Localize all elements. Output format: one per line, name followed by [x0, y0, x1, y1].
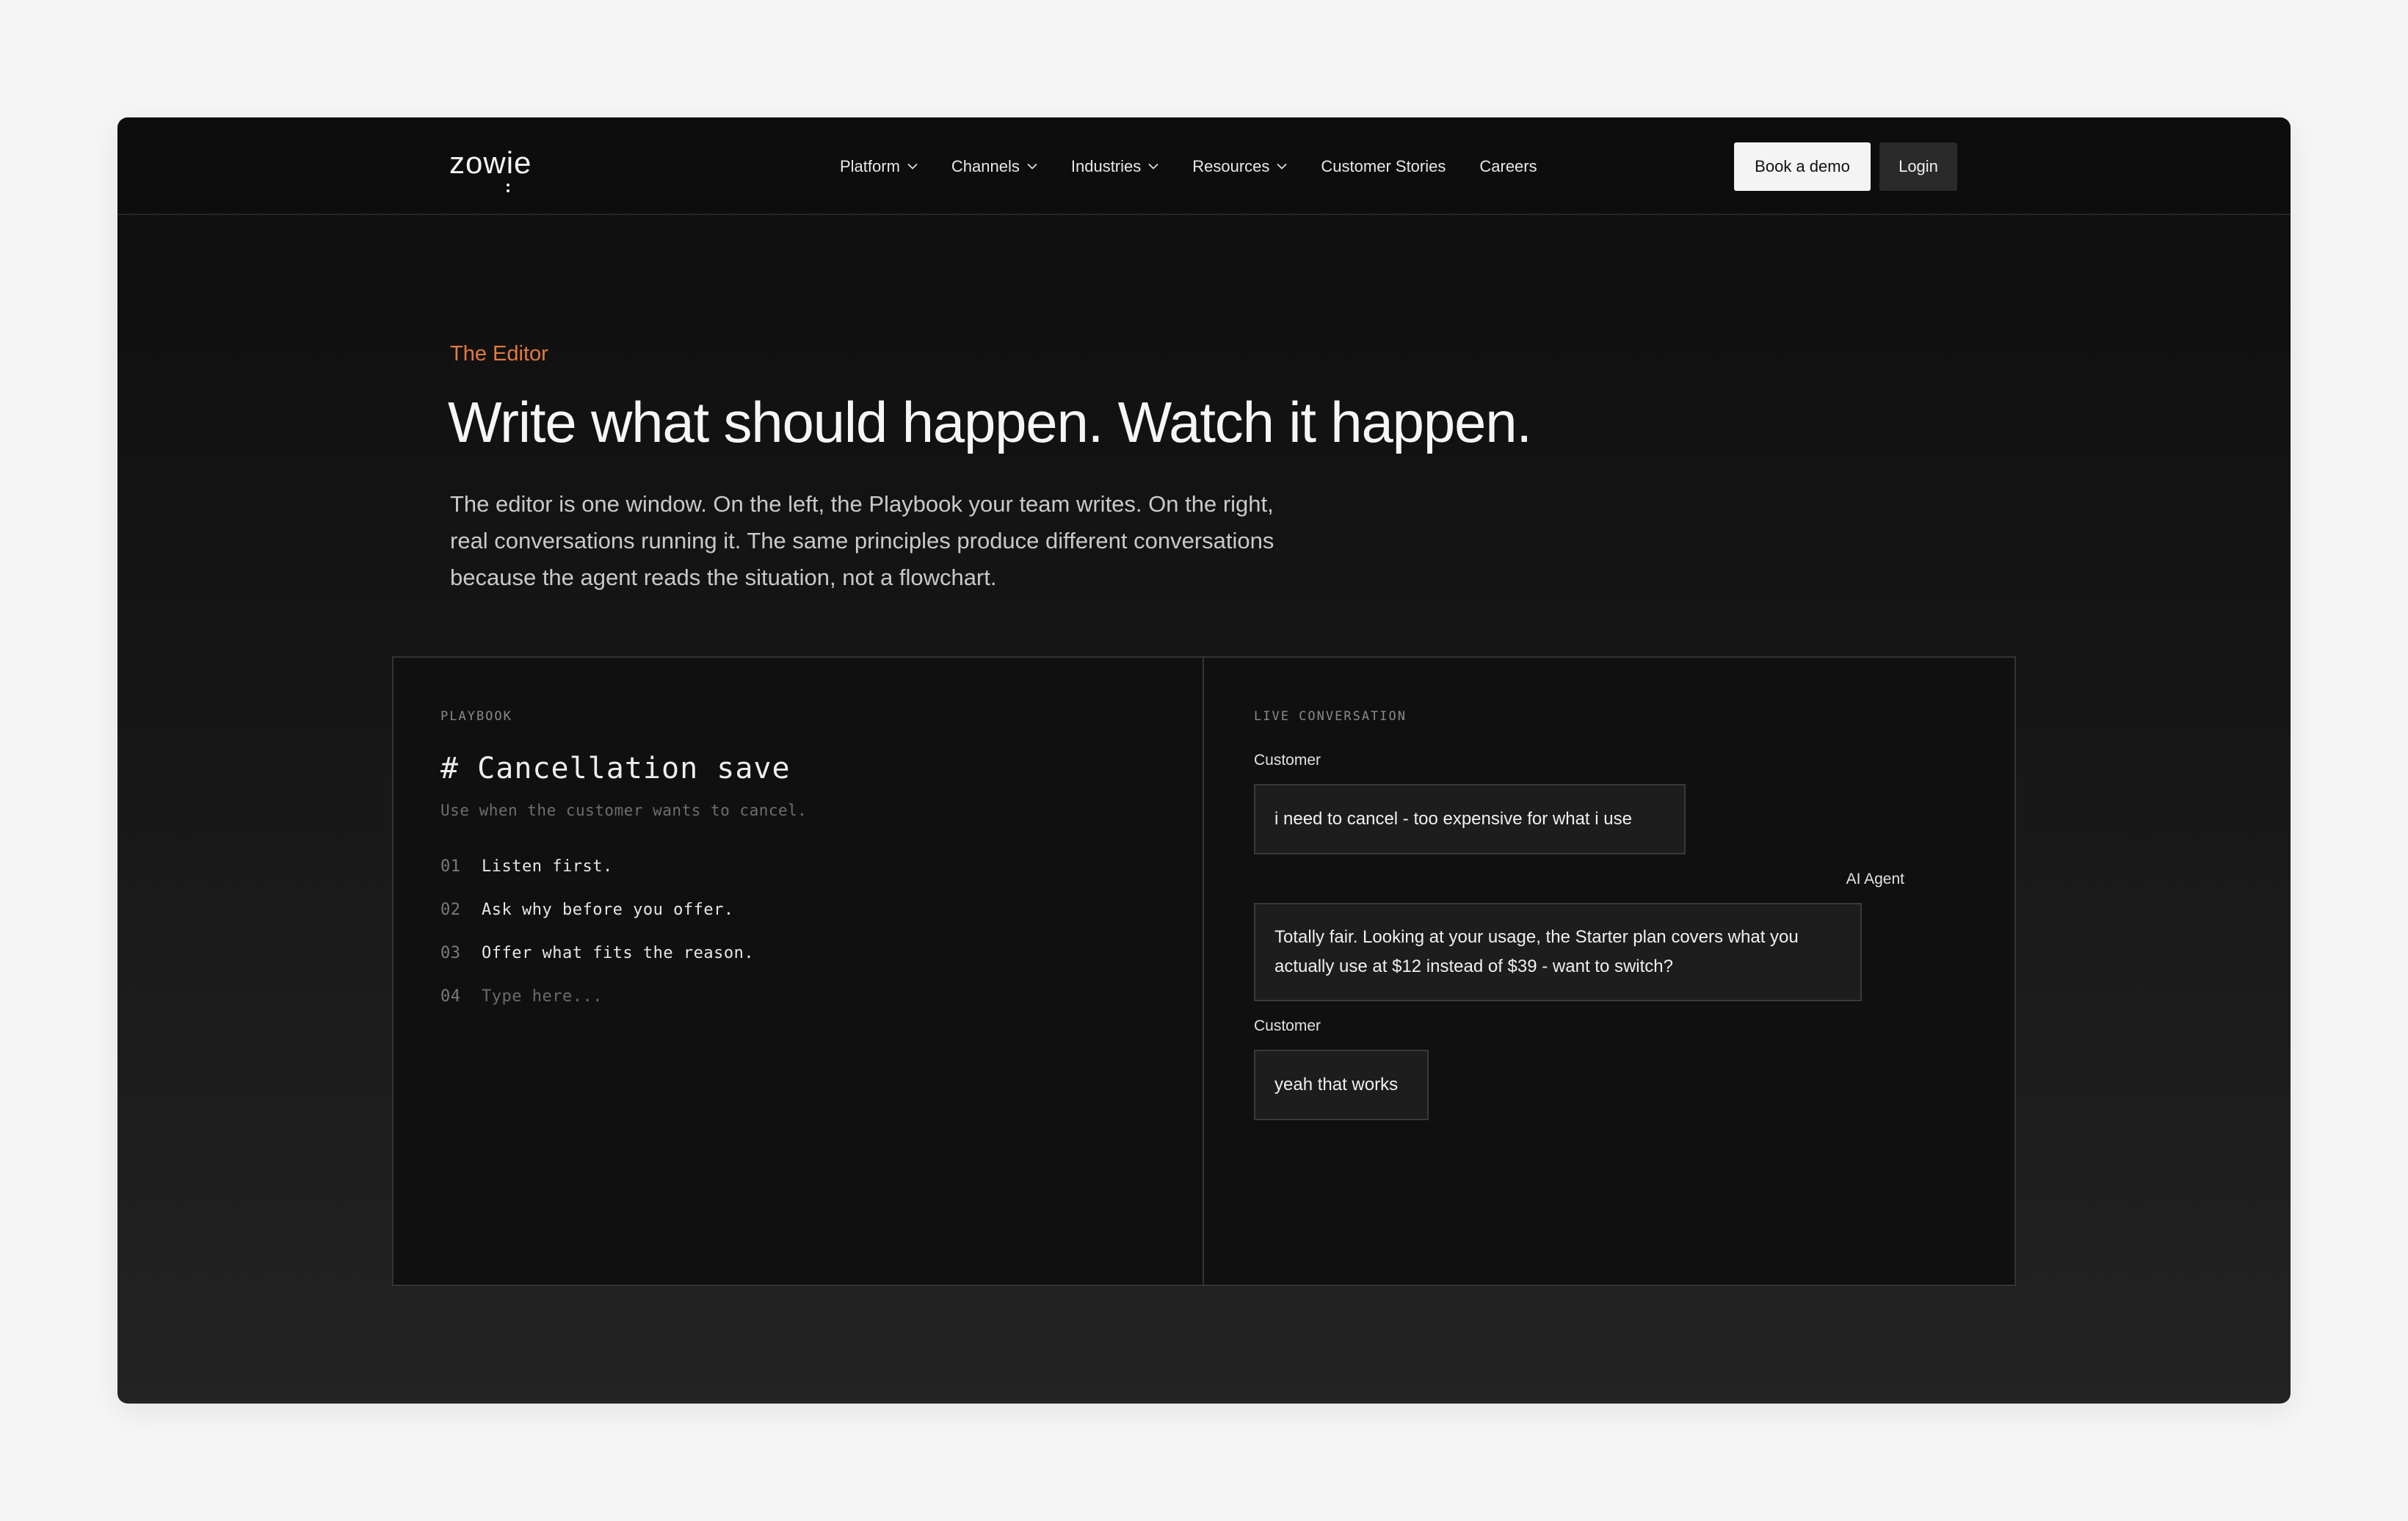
chevron-down-icon: [1148, 163, 1158, 170]
zowie-logo[interactable]: zowie: [449, 145, 532, 192]
playbook-input-placeholder[interactable]: Type here...: [482, 987, 603, 1031]
speaker-ai-agent: AI Agent: [1846, 871, 1904, 887]
nav-item-label: Platform: [840, 156, 900, 175]
line-text: Ask why before you offer.: [482, 901, 734, 919]
speaker-customer: Customer: [1254, 752, 1321, 769]
nav-item-label: Industries: [1070, 156, 1142, 175]
playbook-line[interactable]: 01 Listen first.: [440, 857, 754, 901]
hero-description: The editor is one window. On the left, t…: [450, 491, 1274, 590]
line-text: Offer what fits the reason.: [482, 944, 755, 962]
chevron-down-icon: [1027, 163, 1037, 170]
login-button[interactable]: Login: [1879, 142, 1957, 191]
conversation-label: LIVE CONVERSATION: [1254, 709, 1407, 724]
playbook-title[interactable]: # Cancellation save: [440, 752, 791, 785]
book-demo-button[interactable]: Book a demo: [1734, 142, 1871, 191]
editor-panel: PLAYBOOK # Cancellation save Use when th…: [392, 656, 2016, 1286]
nav-item-label: Customer Stories: [1321, 156, 1446, 175]
logo-wordmark: zowie: [449, 145, 532, 180]
chevron-down-icon: [907, 163, 918, 170]
nav-item-platform[interactable]: Platform: [840, 157, 918, 176]
line-number: 02: [440, 901, 461, 919]
nav-item-channels[interactable]: Channels: [951, 157, 1037, 176]
page-frame: zowie Platform Channels Industries Resou…: [117, 117, 2291, 1404]
section-eyebrow: The Editor: [450, 342, 548, 366]
nav-item-resources[interactable]: Resources: [1192, 157, 1287, 176]
playbook-lines: 01 Listen first. 02 Ask why before you o…: [440, 857, 754, 1031]
nav-item-careers[interactable]: Careers: [1479, 157, 1537, 176]
playbook-subtitle: Use when the customer wants to cancel.: [440, 802, 808, 819]
playbook-line[interactable]: 02 Ask why before you offer.: [440, 901, 754, 944]
message-bubble-customer: i need to cancel - too expensive for wha…: [1254, 784, 1686, 854]
playbook-label: PLAYBOOK: [440, 709, 512, 724]
line-number: 03: [440, 944, 461, 962]
conversation-pane: LIVE CONVERSATION Customer i need to can…: [1205, 658, 2014, 1285]
playbook-pane: PLAYBOOK # Cancellation save Use when th…: [394, 658, 1204, 1285]
line-number: 01: [440, 857, 461, 876]
line-number: 04: [440, 987, 461, 1006]
playbook-line[interactable]: 03 Offer what fits the reason.: [440, 944, 754, 987]
page-title: Write what should happen. Watch it happe…: [448, 390, 1532, 454]
nav-item-industries[interactable]: Industries: [1071, 157, 1158, 176]
line-text: Listen first.: [482, 857, 613, 876]
nav-item-label: Channels: [951, 156, 1020, 175]
logo-dots-icon: [507, 184, 509, 195]
nav-links: Platform Channels Industries Resources C…: [840, 117, 1571, 215]
chevron-down-icon: [1277, 163, 1287, 170]
message-bubble-customer: yeah that works: [1254, 1050, 1429, 1120]
nav-item-label: Resources: [1192, 156, 1270, 175]
speaker-customer: Customer: [1254, 1017, 1321, 1034]
top-navigation: zowie Platform Channels Industries Resou…: [117, 117, 2291, 215]
message-bubble-agent: Totally fair. Looking at your usage, the…: [1254, 903, 1862, 1001]
playbook-input-line[interactable]: 04 Type here...: [440, 987, 754, 1031]
nav-item-label: Careers: [1479, 156, 1537, 175]
nav-item-customer-stories[interactable]: Customer Stories: [1321, 157, 1446, 176]
